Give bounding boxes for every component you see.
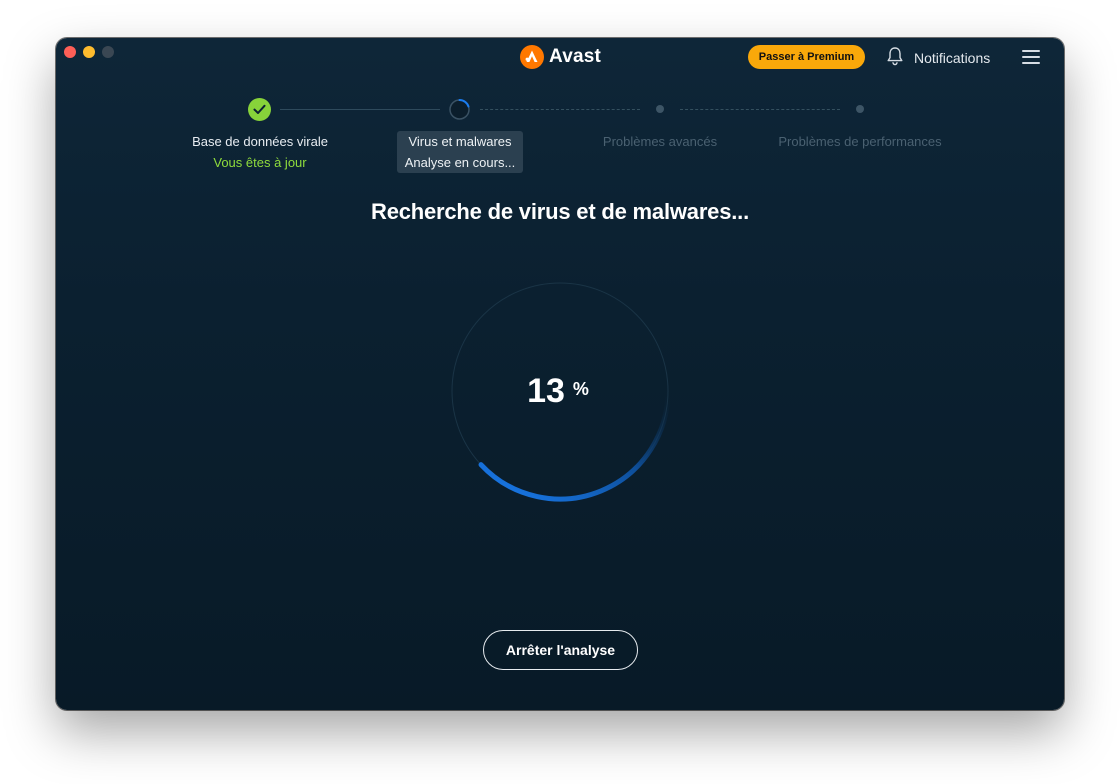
- step-connector-pending: [480, 109, 640, 110]
- app-brand: Avast: [520, 45, 601, 69]
- progress-percent-value: 13: [527, 371, 565, 410]
- minimize-window-button[interactable]: [83, 46, 95, 58]
- window-controls: [64, 46, 114, 58]
- app-name: Avast: [549, 46, 602, 67]
- step-connector-done: [280, 109, 440, 110]
- bell-icon: [886, 46, 904, 69]
- upgrade-premium-button[interactable]: Passer à Premium: [748, 45, 865, 69]
- progress-percent-unit: %: [572, 378, 589, 399]
- step-title: Problèmes avancés: [602, 134, 718, 149]
- step-pending-dot: [856, 105, 864, 113]
- hamburger-menu-icon[interactable]: [1022, 50, 1040, 64]
- step-connector-pending: [680, 109, 840, 110]
- step-performance-issues: Problèmes de performances: [760, 131, 960, 152]
- scan-progress-ring: 13 %: [448, 279, 672, 503]
- notifications-label: Notifications: [914, 49, 991, 66]
- step-advanced-issues: Problèmes avancés: [560, 131, 760, 152]
- scan-headline: Recherche de virus et de malwares...: [371, 199, 749, 224]
- step-pending-dot: [656, 105, 664, 113]
- step-title: Base de données virale: [192, 134, 328, 149]
- step-complete-check-icon: [248, 98, 271, 121]
- notifications-button[interactable]: Notifications: [886, 46, 990, 69]
- progress-readout: 13 %: [448, 279, 672, 503]
- step-in-progress-spinner-icon: [448, 98, 471, 121]
- step-virus-database: Base de données virale Vous êtes à jour: [160, 131, 360, 173]
- step-status: Vous êtes à jour: [213, 155, 307, 170]
- app-window: Avast Passer à Premium Notifications Bas…: [56, 38, 1064, 710]
- step-title: Virus et malwares: [408, 134, 512, 149]
- step-title: Problèmes de performances: [778, 134, 942, 149]
- avast-logo-icon: [520, 45, 544, 69]
- stop-scan-button[interactable]: Arrêter l'analyse: [483, 630, 638, 670]
- step-virus-malware: Virus et malwares Analyse en cours...: [397, 131, 523, 173]
- zoom-window-button[interactable]: [102, 46, 114, 58]
- close-window-button[interactable]: [64, 46, 76, 58]
- step-status: Analyse en cours...: [404, 155, 516, 170]
